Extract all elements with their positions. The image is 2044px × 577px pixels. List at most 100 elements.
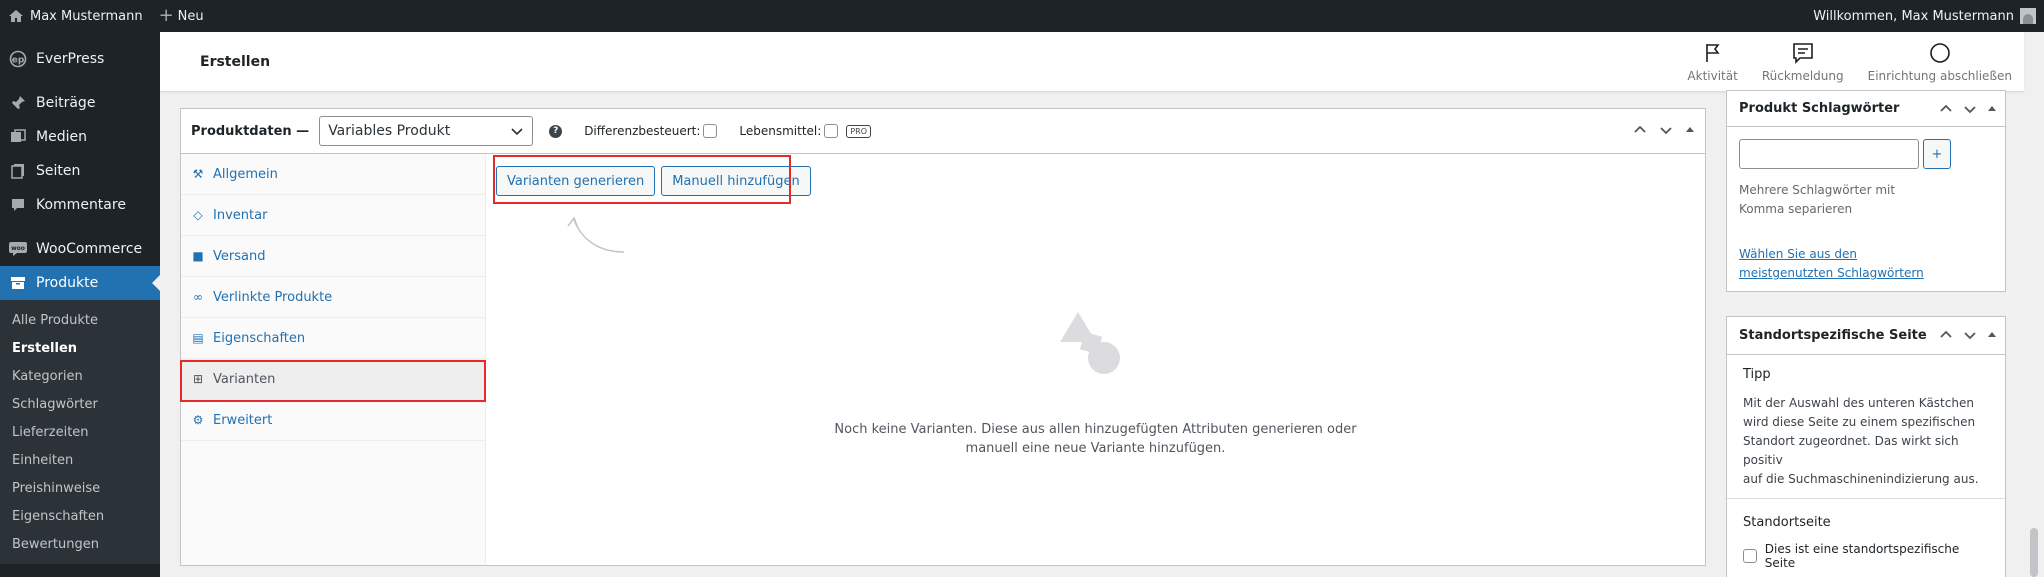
- tags-hint: Mehrere Schlagwörter mit: [1739, 183, 1896, 197]
- comment-icon: [8, 195, 28, 215]
- product-type-value: Variables Produkt: [328, 123, 451, 139]
- circle-icon: [1930, 43, 1950, 63]
- submenu-item[interactable]: Einheiten: [0, 446, 160, 474]
- account-menu[interactable]: Willkommen, Max Mustermann: [1813, 8, 2044, 24]
- chevron-down-icon: [511, 128, 523, 136]
- media-icon: [8, 127, 28, 147]
- tab-label: Erweitert: [213, 412, 273, 428]
- product-data-box: Produktdaten — Variables Produkt ? Diffe…: [180, 108, 1706, 566]
- product-type-select[interactable]: Variables Produkt: [319, 116, 534, 146]
- submenu-item[interactable]: Bewertungen: [0, 530, 160, 558]
- submenu-item[interactable]: Kategorien: [0, 362, 160, 390]
- sidebar-item-label: WooCommerce: [36, 241, 143, 257]
- submenu-item[interactable]: Alle Produkte: [0, 306, 160, 334]
- highlight-variation-buttons: [493, 155, 791, 204]
- food-checkbox[interactable]: [824, 124, 839, 138]
- collapse-icon[interactable]: [1987, 102, 1997, 116]
- tab-advanced[interactable]: ⚙ Erweitert: [181, 400, 485, 441]
- page-scrollbar[interactable]: [2030, 528, 2038, 577]
- submenu-item[interactable]: Preishinweise: [0, 474, 160, 502]
- taxed-label: Differenzbesteuert:: [584, 124, 701, 138]
- sidebar-item-posts[interactable]: Beiträge: [0, 86, 160, 120]
- submenu-item[interactable]: Lieferzeiten: [0, 418, 160, 446]
- sidebar-item-comments[interactable]: Kommentare: [0, 188, 160, 222]
- tip-line: Standort zugeordnet. Das wirkt sich posi…: [1743, 434, 1959, 467]
- site-name-link[interactable]: Max Mustermann: [0, 0, 151, 32]
- food-label: Lebensmittel:: [739, 124, 822, 138]
- feedback-button[interactable]: Rückmeldung: [1750, 32, 1856, 92]
- taxed-checkbox[interactable]: [703, 124, 718, 138]
- submenu-item[interactable]: Eigenschaften: [0, 502, 160, 530]
- variations-panel: Varianten generieren Manuell hinzufügen …: [486, 154, 1705, 565]
- greeting: Willkommen, Max Mustermann: [1813, 8, 2014, 24]
- move-up-icon[interactable]: [1633, 123, 1647, 137]
- admin-bar: Max Mustermann + Neu Willkommen, Max Mus…: [0, 0, 2044, 32]
- tab-label: Allgemein: [213, 166, 278, 182]
- move-down-icon[interactable]: [1659, 123, 1673, 137]
- move-up-icon[interactable]: [1939, 102, 1953, 116]
- sidebar-item-pages[interactable]: Seiten: [0, 154, 160, 188]
- tab-shipping[interactable]: ■ Versand: [181, 236, 485, 277]
- move-up-icon[interactable]: [1939, 328, 1953, 342]
- tab-attributes[interactable]: ▤ Eigenschaften: [181, 318, 485, 359]
- location-page-checkbox[interactable]: [1743, 549, 1757, 563]
- add-tag-button[interactable]: +: [1923, 139, 1951, 169]
- pro-badge: PRO: [846, 124, 871, 138]
- tab-linked-products[interactable]: ∞ Verlinkte Produkte: [181, 277, 485, 318]
- section-title: Standortseite: [1743, 515, 1831, 530]
- finish-setup-label: Einrichtung abschließen: [1867, 69, 2012, 83]
- move-down-icon[interactable]: [1963, 102, 1977, 116]
- product-data-header: Produktdaten — Variables Produkt ? Diffe…: [181, 109, 1705, 154]
- feedback-icon: [1792, 43, 1813, 64]
- sidebar-item-label: Beiträge: [36, 95, 96, 111]
- product-tags-box: Produkt Schlagwörter + Mehrere Schlagwör…: [1726, 90, 2006, 292]
- food-option: Lebensmittel: PRO: [739, 124, 871, 138]
- checkbox-label: Dies ist eine standortspezifische Seite: [1764, 542, 1960, 570]
- gear-icon: ⚙: [192, 413, 204, 427]
- activity-button[interactable]: Aktivität: [1675, 32, 1749, 92]
- svg-text:ep: ep: [12, 56, 25, 66]
- tab-label: Versand: [213, 248, 266, 264]
- sidebar-item-brand[interactable]: ep EverPress: [0, 42, 160, 76]
- finish-setup-button[interactable]: Einrichtung abschließen: [1856, 32, 2024, 92]
- tip-line: wird diese Seite zu einem spezifischen: [1743, 415, 1976, 429]
- tab-inventory[interactable]: ◇ Inventar: [181, 195, 485, 236]
- link-line: Wählen Sie aus den: [1739, 247, 1857, 261]
- link-icon: ∞: [193, 290, 203, 304]
- shapes-icon: [1060, 312, 1120, 374]
- wrench-icon: ⚒: [192, 167, 204, 181]
- plus-icon: +: [158, 5, 174, 26]
- flag-icon: [1705, 44, 1720, 62]
- page-title: Erstellen: [200, 54, 271, 70]
- tag-icon: ◇: [193, 208, 203, 222]
- help-icon[interactable]: ?: [549, 124, 563, 138]
- tag-input[interactable]: [1739, 139, 1919, 169]
- submenu-item[interactable]: Schlagwörter: [0, 390, 160, 418]
- avatar: [2020, 8, 2036, 24]
- tip-line: Mit der Auswahl des unteren Kästchen: [1743, 396, 1974, 410]
- link-line: meistgenutzten Schlagwörtern: [1739, 266, 1924, 280]
- move-down-icon[interactable]: [1963, 328, 1977, 342]
- empty-state-message: Noch keine Varianten. Diese aus allen hi…: [486, 420, 1705, 458]
- sidebar-item-label: Produkte: [36, 275, 99, 291]
- list-icon: ▤: [192, 331, 204, 345]
- admin-sidebar: ep EverPress Beiträge Medien Seiten Komm…: [0, 32, 160, 577]
- archive-icon: [8, 273, 28, 293]
- collapse-icon[interactable]: [1987, 328, 1997, 342]
- sidebar-item-media[interactable]: Medien: [0, 120, 160, 154]
- sidebar-item-products[interactable]: Produkte: [0, 266, 160, 300]
- sidebar-item-label: Seiten: [36, 163, 81, 179]
- pages-icon: [8, 161, 28, 181]
- new-content-link[interactable]: + Neu: [151, 0, 212, 32]
- tab-general[interactable]: ⚒ Allgemein: [181, 154, 485, 195]
- most-used-tags-link[interactable]: Wählen Sie aus den meistgenutzten Schlag…: [1739, 245, 1993, 283]
- highlight-variations-tab: [180, 360, 486, 402]
- tip-title: Tipp: [1743, 367, 1771, 382]
- woo-icon: woo: [8, 239, 28, 259]
- collapse-icon[interactable]: [1685, 123, 1695, 137]
- tags-hint: Komma separieren: [1739, 202, 1853, 216]
- sidebar-item-woocommerce[interactable]: woo WooCommerce: [0, 232, 160, 266]
- truck-icon: ■: [192, 249, 204, 263]
- submenu-item-current[interactable]: Erstellen: [0, 334, 160, 362]
- tab-label: Inventar: [213, 207, 268, 223]
